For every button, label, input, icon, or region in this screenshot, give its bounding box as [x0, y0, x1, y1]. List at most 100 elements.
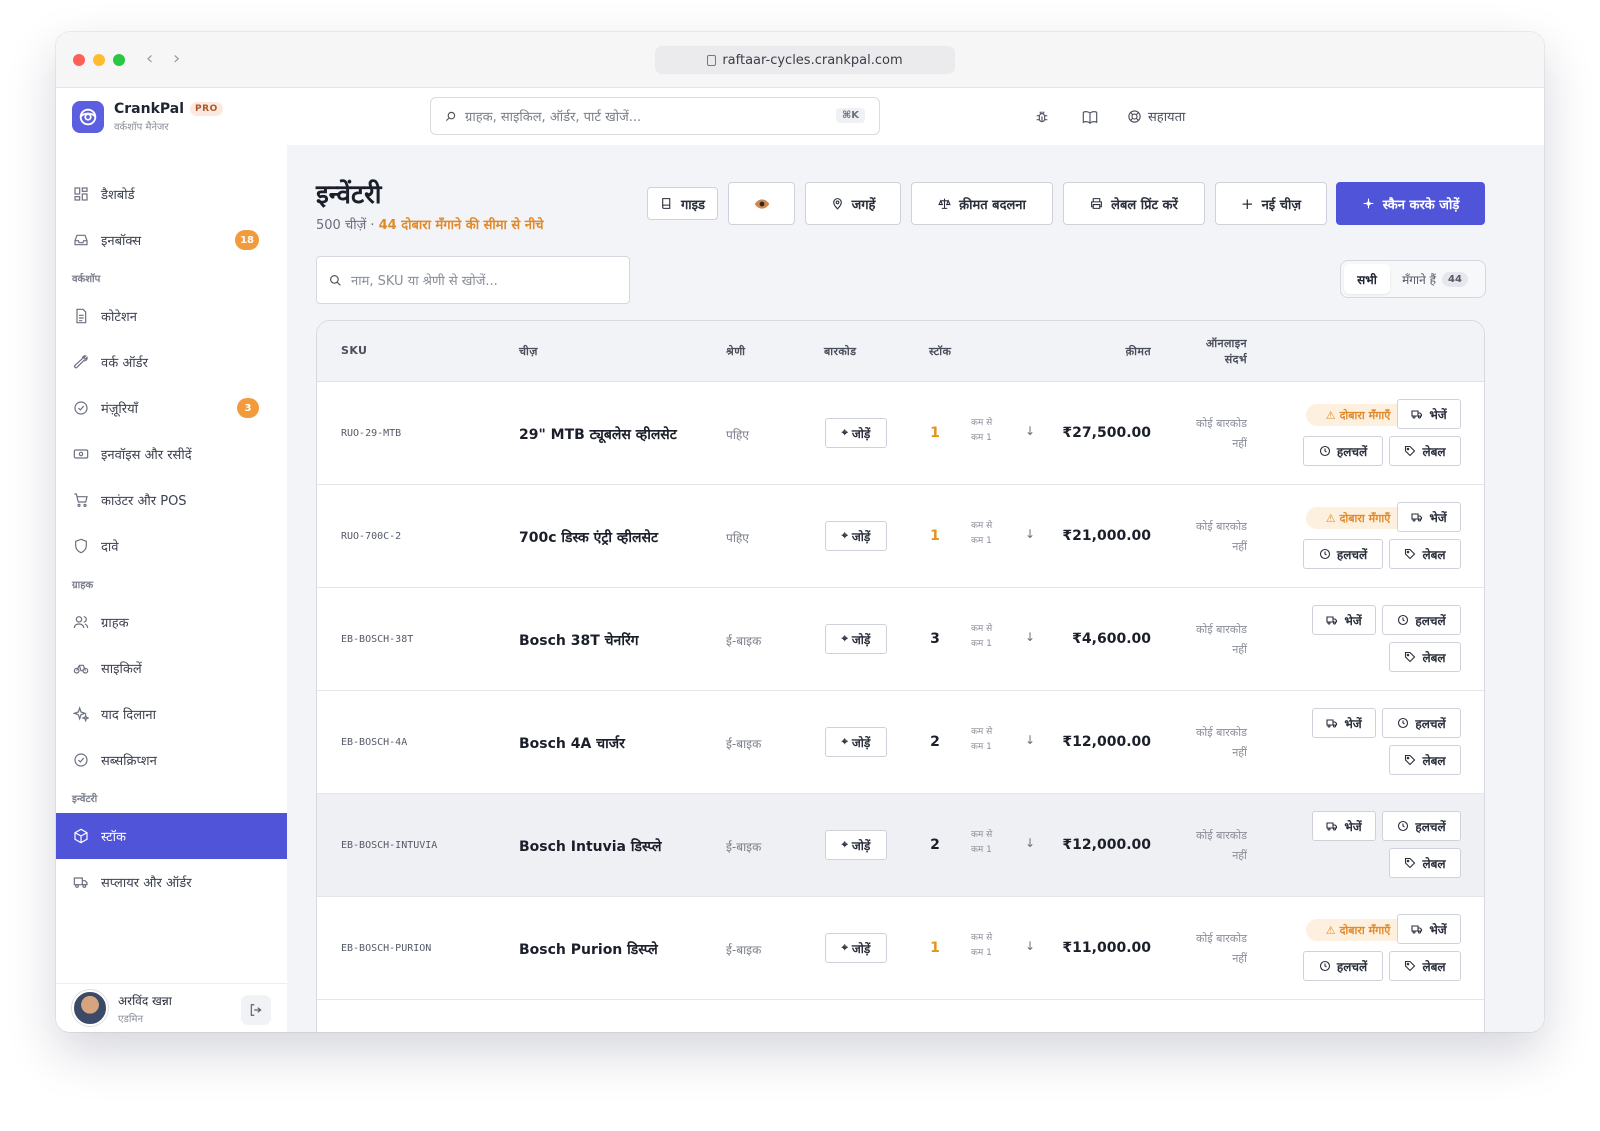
- movements-button[interactable]: हलचलें: [1382, 811, 1461, 841]
- close-window-button[interactable]: [73, 54, 85, 66]
- visibility-toggle-button[interactable]: [728, 182, 795, 225]
- price-change-button[interactable]: क़ीमत बदलना: [911, 182, 1053, 225]
- logout-button[interactable]: [241, 995, 271, 1025]
- eye-icon: [754, 196, 770, 212]
- send-button[interactable]: भेजें: [1397, 914, 1461, 944]
- arrow-down-icon[interactable]: ↓: [1025, 424, 1035, 438]
- book-icon[interactable]: [1082, 109, 1098, 129]
- add-barcode-button[interactable]: ⌖ जोड़ें: [825, 418, 887, 448]
- sidebar-item-inbox[interactable]: इनबॉक्स 18: [56, 217, 287, 263]
- movements-button[interactable]: हलचलें: [1303, 951, 1383, 981]
- brand[interactable]: CrankPal PRO वर्कशॉप मैनेजर: [72, 101, 223, 133]
- row-item-name[interactable]: Bosch 4A चार्जर: [519, 734, 625, 753]
- sidebar-item-dashboard[interactable]: डैशबोर्ड: [56, 171, 287, 217]
- min-stock-line1: कम से: [971, 727, 993, 737]
- minimize-window-button[interactable]: [93, 54, 105, 66]
- new-item-button[interactable]: + नई चीज़: [1215, 182, 1327, 225]
- table-row[interactable]: RUO-29-MTB 29" MTB ट्यूबलेस व्हीलसेट पहि…: [317, 382, 1484, 485]
- bug-icon[interactable]: [1034, 109, 1050, 129]
- arrow-down-icon[interactable]: ↓: [1025, 527, 1035, 541]
- sidebar-item-customers[interactable]: ग्राहक: [56, 599, 287, 645]
- global-search-input[interactable]: ग्राहक, साइकिल, ऑर्डर, पार्ट खोजें... ⌘K: [430, 97, 880, 135]
- inventory-table: SKU चीज़ श्रेणी बारकोड स्टॉक क़ीमत ऑनलाइ…: [316, 320, 1485, 1032]
- movements-button[interactable]: हलचलें: [1303, 436, 1383, 466]
- movements-button[interactable]: हलचलें: [1382, 605, 1461, 635]
- sidebar-item-subscriptions[interactable]: सब्सक्रिप्शन: [56, 737, 287, 783]
- filter-to-order[interactable]: मँगाने हैं 44: [1390, 264, 1480, 294]
- user-profile[interactable]: अरविंद खन्ना एडमिन: [56, 983, 287, 1032]
- row-item-name[interactable]: 700c डिस्क एंट्री व्हीलसेट: [519, 528, 658, 547]
- arrow-down-icon[interactable]: ↓: [1025, 939, 1035, 953]
- table-row[interactable]: EB-BOSCH-38T Bosch 38T चेनरिंग ई-बाइक ⌖ …: [317, 588, 1484, 691]
- table-row[interactable]: EB-BOSCH-INTUVIA Bosch Intuvia डिस्प्ले …: [317, 794, 1484, 897]
- sidebar-section-workshop: वर्कशॉप: [72, 274, 101, 285]
- send-button[interactable]: भेजें: [1397, 502, 1461, 532]
- sidebar-item-reminders[interactable]: याद दिलाना: [56, 691, 287, 737]
- help-button[interactable]: सहायता: [1127, 107, 1185, 125]
- sidebar-item-claims[interactable]: दावे: [56, 523, 287, 569]
- sidebar-item-invoices[interactable]: इनवॉइस और रसीदें: [56, 431, 287, 477]
- locations-button[interactable]: जगहें: [805, 182, 901, 225]
- label-button[interactable]: लेबल: [1389, 436, 1461, 466]
- row-item-name[interactable]: Bosch Purion डिस्प्ले: [519, 940, 658, 959]
- add-barcode-label: जोड़ें: [851, 529, 871, 544]
- address-bar[interactable]: raftaar-cycles.crankpal.com: [655, 46, 955, 74]
- row-item-name[interactable]: Bosch 38T चेनरिंग: [519, 631, 639, 650]
- inventory-search-input[interactable]: नाम, SKU या श्रेणी से खोजें...: [316, 256, 630, 304]
- sidebar-item-stock[interactable]: स्टॉक: [56, 813, 287, 859]
- label-button[interactable]: लेबल: [1389, 745, 1461, 775]
- arrow-down-icon[interactable]: ↓: [1025, 733, 1035, 747]
- sidebar-item-quotations[interactable]: कोटेशन: [56, 293, 287, 339]
- reorder-warning-link[interactable]: 44 दोबारा मँगाने की सीमा से नीचे: [379, 218, 544, 233]
- table-row[interactable]: RUO-700C-2 700c डिस्क एंट्री व्हीलसेट पह…: [317, 485, 1484, 588]
- label-button[interactable]: लेबल: [1389, 951, 1461, 981]
- label-button[interactable]: लेबल: [1389, 642, 1461, 672]
- filter-all[interactable]: सभी: [1344, 264, 1390, 294]
- row-category: ई-बाइक: [726, 943, 762, 957]
- add-barcode-button[interactable]: ⌖ जोड़ें: [825, 727, 887, 757]
- row-item-name[interactable]: 29" MTB ट्यूबलेस व्हीलसेट: [519, 425, 677, 444]
- send-button[interactable]: भेजें: [1312, 811, 1376, 841]
- reorder-badge[interactable]: ⚠ दोबारा मँगाएँ: [1306, 919, 1410, 941]
- column-price[interactable]: क़ीमत: [1097, 344, 1151, 359]
- send-button[interactable]: भेजें: [1397, 399, 1461, 429]
- send-button[interactable]: भेजें: [1312, 708, 1376, 738]
- back-icon[interactable]: ‹: [146, 48, 153, 69]
- zoom-window-button[interactable]: [113, 54, 125, 66]
- table-row[interactable]: EB-BOSCH-PURION Bosch Purion डिस्प्ले ई-…: [317, 897, 1484, 1000]
- send-button[interactable]: भेजें: [1312, 605, 1376, 635]
- column-item[interactable]: चीज़: [519, 344, 538, 359]
- column-stock[interactable]: स्टॉक: [929, 344, 951, 359]
- table-row[interactable]: EB-BOSCH-4A Bosch 4A चार्जर ई-बाइक ⌖ जोड…: [317, 691, 1484, 794]
- print-labels-button[interactable]: लेबल प्रिंट करें: [1063, 182, 1205, 225]
- sidebar-item-label: मंज़ूरियाँ: [101, 402, 139, 417]
- sidebar-item-bicycles[interactable]: साइकिलें: [56, 645, 287, 691]
- column-sku[interactable]: SKU: [341, 344, 367, 357]
- row-item-name[interactable]: Bosch Intuvia डिस्प्ले: [519, 837, 661, 856]
- no-barcode-line1: कोई बारकोड: [1195, 417, 1247, 430]
- sidebar-item-work-orders[interactable]: वर्क ऑर्डर: [56, 339, 287, 385]
- reorder-badge[interactable]: ⚠ दोबारा मँगाएँ: [1306, 507, 1410, 529]
- scan-add-button[interactable]: स्कैन करके जोड़ें: [1336, 182, 1485, 225]
- column-online-line1[interactable]: ऑनलाइन: [1177, 336, 1247, 351]
- guide-button[interactable]: गाइड: [647, 187, 718, 220]
- arrow-down-icon[interactable]: ↓: [1025, 836, 1035, 850]
- table-header: SKU चीज़ श्रेणी बारकोड स्टॉक क़ीमत ऑनलाइ…: [317, 321, 1484, 382]
- add-barcode-button[interactable]: ⌖ जोड़ें: [825, 624, 887, 654]
- label-button[interactable]: लेबल: [1389, 539, 1461, 569]
- forward-icon[interactable]: ›: [173, 48, 180, 69]
- sidebar-item-pos[interactable]: काउंटर और POS: [56, 477, 287, 523]
- add-barcode-button[interactable]: ⌖ जोड़ें: [825, 830, 887, 860]
- label-button[interactable]: लेबल: [1389, 848, 1461, 878]
- sidebar-item-approvals[interactable]: मंज़ूरियाँ 3: [56, 385, 287, 431]
- reorder-badge[interactable]: ⚠ दोबारा मँगाएँ: [1306, 404, 1410, 426]
- movements-button[interactable]: हलचलें: [1382, 708, 1461, 738]
- column-barcode[interactable]: बारकोड: [824, 344, 856, 359]
- movements-button[interactable]: हलचलें: [1303, 539, 1383, 569]
- sidebar-item-suppliers[interactable]: सप्लायर और ऑर्डर: [56, 859, 287, 905]
- add-barcode-button[interactable]: ⌖ जोड़ें: [825, 521, 887, 551]
- row-online-reference: कोई बारकोड नहीं: [1173, 723, 1247, 763]
- add-barcode-button[interactable]: ⌖ जोड़ें: [825, 933, 887, 963]
- arrow-down-icon[interactable]: ↓: [1025, 630, 1035, 644]
- column-category[interactable]: श्रेणी: [726, 344, 745, 359]
